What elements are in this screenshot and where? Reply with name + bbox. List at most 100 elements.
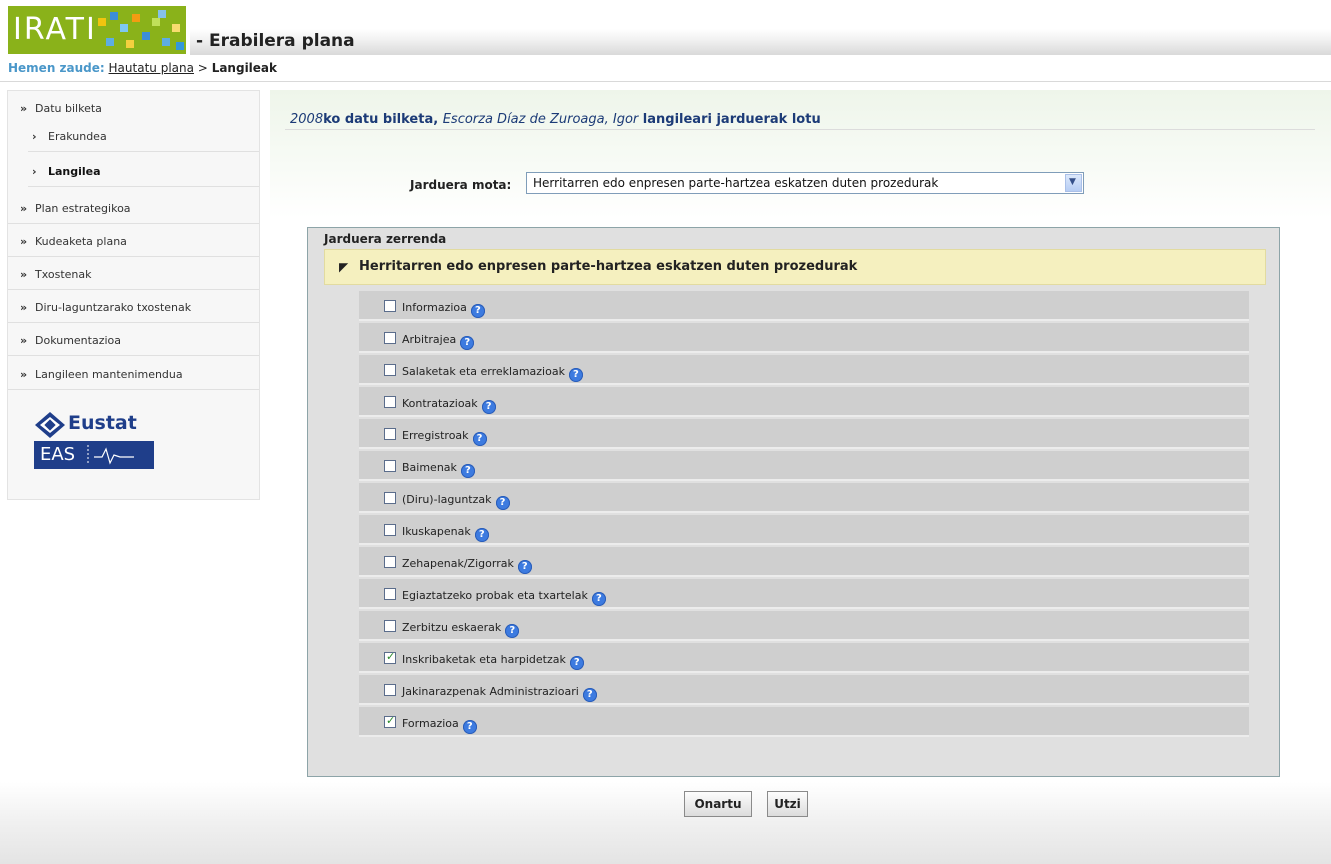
irati-logo[interactable]: IRATI bbox=[8, 6, 186, 54]
sidebar-item-langilea[interactable]: › Langilea bbox=[28, 154, 259, 187]
activity-checkbox[interactable] bbox=[384, 588, 396, 600]
sidebar-item-label: Langileen mantenimendua bbox=[35, 368, 183, 381]
activity-row: Arbitrajea? bbox=[359, 323, 1249, 353]
help-icon[interactable]: ? bbox=[474, 528, 489, 542]
activity-row: Jakinarazpenak Administrazioari? bbox=[359, 675, 1249, 705]
dropdown-button[interactable]: ▼ bbox=[1065, 174, 1082, 192]
breadcrumb-prefix: Hemen zaude: bbox=[8, 61, 105, 75]
help-icon[interactable]: ? bbox=[505, 624, 520, 638]
activity-label-text: Inskribaketak eta harpidetzak bbox=[402, 653, 566, 666]
activity-label-text: Erregistroak bbox=[402, 429, 469, 442]
activity-row: Zehapenak/Zigorrak? bbox=[359, 547, 1249, 577]
content-header-band bbox=[270, 90, 1331, 218]
help-icon[interactable]: ? bbox=[472, 432, 487, 446]
activity-checkbox[interactable] bbox=[384, 460, 396, 472]
activity-type-select[interactable]: Herritarren edo enpresen parte-hartzea e… bbox=[526, 172, 1084, 194]
activity-label-text: Egiaztatzeko probak eta txartelak bbox=[402, 589, 588, 602]
sidebar-item-plan-estrategikoa[interactable]: » Plan estrategikoa bbox=[8, 191, 259, 224]
activity-checkbox[interactable] bbox=[384, 620, 396, 632]
eas-wordmark: EAS bbox=[40, 444, 76, 465]
breadcrumb-separator: > bbox=[197, 61, 208, 75]
help-icon[interactable]: ? bbox=[591, 592, 606, 606]
footer-band bbox=[0, 782, 1331, 864]
eustat-wordmark: Eustat bbox=[68, 412, 137, 434]
help-icon[interactable]: ? bbox=[460, 336, 475, 350]
logo-text: IRATI bbox=[13, 12, 97, 47]
logo-mosaic-icon bbox=[96, 8, 186, 52]
activity-label-text: Jakinarazpenak Administrazioari bbox=[402, 685, 579, 698]
activity-label[interactable]: Formazioa? bbox=[402, 717, 477, 734]
activity-label[interactable]: Kontratazioak? bbox=[402, 397, 496, 414]
sidebar-item-dokumentazioa[interactable]: » Dokumentazioa bbox=[8, 323, 259, 356]
sidebar-item-label: Langilea bbox=[48, 165, 101, 178]
sidebar-item-diru-laguntzarako-txostenak[interactable]: » Diru-laguntzarako txostenak bbox=[8, 290, 259, 323]
activity-row: Informazioa? bbox=[359, 291, 1249, 321]
sidebar-item-kudeaketa-plana[interactable]: » Kudeaketa plana bbox=[8, 224, 259, 257]
activity-label[interactable]: Erregistroak? bbox=[402, 429, 487, 446]
activity-label-text: Arbitrajea bbox=[402, 333, 457, 346]
activity-label[interactable]: Zehapenak/Zigorrak? bbox=[402, 557, 532, 574]
collapse-icon[interactable]: ◤ bbox=[339, 260, 348, 274]
activity-label-text: Formazioa bbox=[402, 717, 459, 730]
activity-label[interactable]: Ikuskapenak? bbox=[402, 525, 489, 542]
activity-row: Kontratazioak? bbox=[359, 387, 1249, 417]
activity-group-header[interactable]: ◤ Herritarren edo enpresen parte-hartzea… bbox=[324, 249, 1266, 285]
pulse-line-icon bbox=[87, 445, 134, 465]
chevron-down-icon: ▼ bbox=[1069, 177, 1076, 187]
sidebar-item-txostenak[interactable]: » Txostenak bbox=[8, 257, 259, 290]
activity-label[interactable]: Informazioa? bbox=[402, 301, 485, 318]
activity-label-text: Zehapenak/Zigorrak bbox=[402, 557, 514, 570]
help-icon[interactable]: ? bbox=[460, 464, 475, 478]
help-icon[interactable]: ? bbox=[481, 400, 496, 414]
sidebar-item-erakundea[interactable]: › Erakundea bbox=[28, 119, 259, 152]
activity-label[interactable]: Inskribaketak eta harpidetzak? bbox=[402, 653, 584, 670]
activity-label[interactable]: Jakinarazpenak Administrazioari? bbox=[402, 685, 597, 702]
page-heading: 2008ko datu bilketa, Escorza Díaz de Zur… bbox=[290, 112, 821, 127]
activity-row: Ikuskapenak? bbox=[359, 515, 1249, 545]
utzi-button[interactable]: Utzi bbox=[767, 791, 808, 817]
activity-label[interactable]: (Diru)-laguntzak? bbox=[402, 493, 510, 510]
activity-label[interactable]: Zerbitzu eskaerak? bbox=[402, 621, 520, 638]
activity-label-text: Salaketak eta erreklamazioak bbox=[402, 365, 565, 378]
double-chevron-icon: » bbox=[20, 334, 28, 347]
sidebar-item-label: Erakundea bbox=[48, 130, 107, 143]
help-icon[interactable]: ? bbox=[569, 656, 584, 670]
activity-checkbox[interactable] bbox=[384, 524, 396, 536]
onartu-button[interactable]: Onartu bbox=[684, 791, 752, 817]
activity-checkbox[interactable] bbox=[384, 684, 396, 696]
help-icon[interactable]: ? bbox=[470, 304, 485, 318]
breadcrumb-link-hautatu-plana[interactable]: Hautatu plana bbox=[109, 61, 194, 75]
double-chevron-icon: » bbox=[20, 268, 28, 281]
help-icon[interactable]: ? bbox=[462, 720, 477, 734]
sidebar-item-langileen-mantenimendua[interactable]: » Langileen mantenimendua bbox=[8, 357, 259, 390]
double-chevron-icon: » bbox=[20, 301, 28, 314]
activity-label[interactable]: Arbitrajea? bbox=[402, 333, 475, 350]
heading-employee-name: Escorza Díaz de Zuroaga, Igor bbox=[442, 112, 639, 127]
activity-checkbox[interactable] bbox=[384, 332, 396, 344]
help-icon[interactable]: ? bbox=[582, 688, 597, 702]
chevron-right-icon: › bbox=[32, 130, 37, 143]
activity-checkbox[interactable] bbox=[384, 556, 396, 568]
activity-checkbox[interactable] bbox=[384, 300, 396, 312]
activity-checkbox[interactable] bbox=[384, 428, 396, 440]
activity-checkbox[interactable] bbox=[384, 492, 396, 504]
help-icon[interactable]: ? bbox=[517, 560, 532, 574]
help-icon[interactable]: ? bbox=[495, 496, 510, 510]
header-divider bbox=[0, 81, 1331, 82]
activity-label[interactable]: Baimenak? bbox=[402, 461, 475, 478]
activity-checkbox[interactable]: ✓ bbox=[384, 651, 396, 664]
breadcrumb: Hemen zaude: Hautatu plana > Langileak bbox=[8, 61, 277, 75]
activity-checkbox[interactable] bbox=[384, 396, 396, 408]
activity-checkbox[interactable]: ✓ bbox=[384, 715, 396, 728]
heading-tail: langileari jarduerak lotu bbox=[638, 112, 821, 127]
activity-label-text: Zerbitzu eskaerak bbox=[402, 621, 502, 634]
activity-label-text: Informazioa bbox=[402, 301, 467, 314]
activity-label[interactable]: Egiaztatzeko probak eta txartelak? bbox=[402, 589, 606, 606]
activity-checkbox[interactable] bbox=[384, 364, 396, 376]
activity-label[interactable]: Salaketak eta erreklamazioak? bbox=[402, 365, 583, 382]
activity-type-label: Jarduera mota: bbox=[410, 178, 512, 192]
eustat-logo[interactable]: Eustat EAS bbox=[34, 411, 154, 471]
activity-row: ✓ Formazioa? bbox=[359, 707, 1249, 737]
activity-row: Egiaztatzeko probak eta txartelak? bbox=[359, 579, 1249, 609]
help-icon[interactable]: ? bbox=[568, 368, 583, 382]
